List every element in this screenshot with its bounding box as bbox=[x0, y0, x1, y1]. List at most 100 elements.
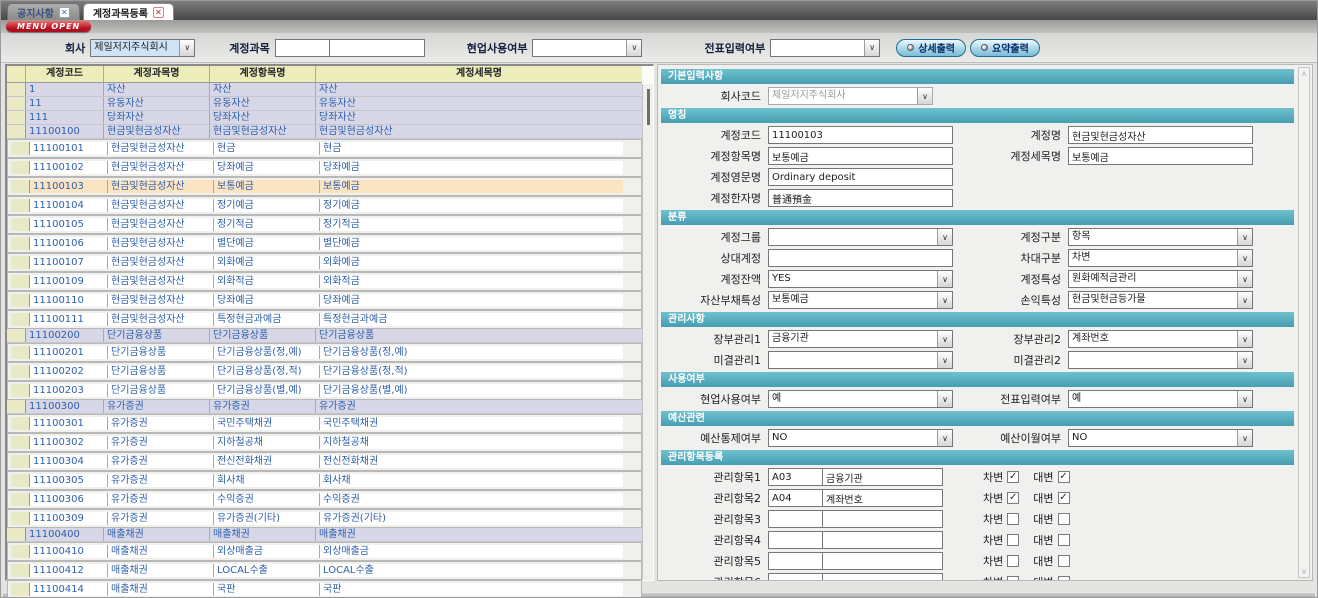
company-select[interactable]: 제일저지주식회시 ∨ bbox=[90, 39, 195, 57]
row-selector-cell[interactable] bbox=[7, 97, 26, 110]
biz-use-select[interactable]: 예∨ bbox=[768, 390, 953, 408]
table-row[interactable]: 11100102 현금및현금성자산 당좌예금 당좌예금 bbox=[7, 158, 642, 177]
table-row[interactable]: 11100110 현금및현금성자산 당좌예금 당좌예금 bbox=[7, 291, 642, 310]
table-row[interactable]: 11100309 유가증권 유가증권(기타) 유가증권(기타) bbox=[7, 509, 642, 528]
debit-checkbox[interactable] bbox=[1007, 534, 1019, 546]
mgmt-item6-code-input[interactable] bbox=[768, 573, 823, 581]
open-mgmt1-select[interactable]: ∨ bbox=[768, 351, 953, 369]
debit-checkbox[interactable] bbox=[1007, 576, 1019, 581]
grid-vertical-scrollbar[interactable] bbox=[642, 84, 653, 580]
chevron-down-icon[interactable]: ∨ bbox=[1301, 566, 1307, 577]
table-row[interactable]: 11100100 현금및현금성자산 현금및현금성자산 현금및현금성자산 bbox=[7, 125, 642, 139]
account-trait-select[interactable]: 원화예적금관리∨ bbox=[1068, 270, 1253, 288]
row-selector-cell[interactable] bbox=[11, 365, 30, 378]
credit-checkbox[interactable] bbox=[1058, 576, 1070, 581]
row-selector-cell[interactable] bbox=[11, 564, 30, 577]
row-selector-cell[interactable] bbox=[11, 218, 30, 231]
tab-account-register[interactable]: 계정과목등록 ✕ bbox=[83, 3, 174, 20]
row-selector-cell[interactable] bbox=[11, 180, 30, 193]
table-row[interactable]: 11100103 현금및현금성자산 보통예금 보통예금 bbox=[7, 177, 642, 196]
row-selector-cell[interactable] bbox=[11, 346, 30, 359]
mgmt-item6-name-input[interactable] bbox=[823, 573, 943, 581]
table-row[interactable]: 11100201 단기금융상품 단기금융상품(정,예) 단기금융상품(정,예) bbox=[7, 343, 642, 362]
row-selector-cell[interactable] bbox=[11, 161, 30, 174]
table-row[interactable]: 11100304 유가증권 전신전화채권 전신전화채권 bbox=[7, 452, 642, 471]
account-code-search-input[interactable] bbox=[275, 39, 330, 57]
table-row[interactable]: 11100412 매출채권 LOCAL수출 LOCAL수출 bbox=[7, 561, 642, 580]
credit-checkbox[interactable] bbox=[1058, 471, 1070, 483]
counter-account-input[interactable] bbox=[768, 249, 953, 267]
table-row[interactable]: 11100203 단기금융상품 단기금융상품(별,예) 단기금융상품(별,예) bbox=[7, 381, 642, 400]
row-selector-cell[interactable] bbox=[11, 199, 30, 212]
table-row[interactable]: 11100111 현금및현금성자산 특정현금과예금 특정현금과예금 bbox=[7, 310, 642, 329]
row-selector-cell[interactable] bbox=[7, 400, 26, 413]
table-row[interactable]: 11100410 매출채권 외상매출금 외상매출금 bbox=[7, 542, 642, 561]
table-row[interactable]: 11100200 단기금융상품 단기금융상품 단기금융상품 bbox=[7, 329, 642, 343]
mgmt-item2-name-input[interactable] bbox=[823, 489, 943, 507]
account-item-input[interactable] bbox=[768, 147, 953, 165]
tab-notice[interactable]: 공지사항 ✕ bbox=[7, 3, 80, 20]
slip-entry-filter-select[interactable]: ∨ bbox=[770, 39, 880, 57]
row-selector-cell[interactable] bbox=[11, 583, 30, 596]
mgmt-item2-code-input[interactable] bbox=[768, 489, 823, 507]
table-row[interactable]: 11100101 현금및현금성자산 현금 현금 bbox=[7, 139, 642, 158]
menu-open-button[interactable]: MENU OPEN bbox=[6, 21, 91, 32]
account-detail-input[interactable] bbox=[1068, 147, 1253, 165]
row-selector-cell[interactable] bbox=[11, 384, 30, 397]
table-row[interactable]: 11100202 단기금융상품 단기금융상품(정,적) 단기금융상품(정,적) bbox=[7, 362, 642, 381]
mgmt-item3-name-input[interactable] bbox=[823, 510, 943, 528]
table-row[interactable]: 11100414 매출채권 국판 국판 bbox=[7, 580, 642, 598]
table-row[interactable]: 11100109 현금및현금성자산 외화적금 외화적금 bbox=[7, 272, 642, 291]
table-row[interactable]: 11 유동자산 유동자산 유동자산 bbox=[7, 97, 642, 111]
row-selector-cell[interactable] bbox=[11, 545, 30, 558]
account-group-select[interactable]: ∨ bbox=[768, 228, 953, 246]
account-code-input[interactable] bbox=[768, 126, 953, 144]
debit-credit-division-select[interactable]: 차변∨ bbox=[1068, 249, 1253, 267]
row-selector-cell[interactable] bbox=[11, 256, 30, 269]
credit-checkbox[interactable] bbox=[1058, 513, 1070, 525]
table-row[interactable]: 11100300 유가증권 유가증권 유가증권 bbox=[7, 400, 642, 414]
grid-scrollbar-thumb[interactable] bbox=[647, 89, 650, 125]
account-eng-input[interactable] bbox=[768, 168, 953, 186]
credit-checkbox[interactable] bbox=[1058, 555, 1070, 567]
table-row[interactable]: 11100105 현금및현금성자산 정기적금 정기적금 bbox=[7, 215, 642, 234]
row-selector-cell[interactable] bbox=[11, 275, 30, 288]
chevron-up-icon[interactable]: ∧ bbox=[1301, 68, 1307, 79]
row-selector-cell[interactable] bbox=[11, 493, 30, 506]
table-row[interactable]: 11100302 유가증권 지하철공채 지하철공채 bbox=[7, 433, 642, 452]
row-selector-cell[interactable] bbox=[11, 294, 30, 307]
account-balance-select[interactable]: YES∨ bbox=[768, 270, 953, 288]
mgmt-item4-code-input[interactable] bbox=[768, 531, 823, 549]
debit-checkbox[interactable] bbox=[1007, 471, 1019, 483]
book-mgmt1-select[interactable]: 금융기관∨ bbox=[768, 330, 953, 348]
row-selector-cell[interactable] bbox=[7, 329, 26, 342]
table-row[interactable]: 11100305 유가증권 회사채 회사채 bbox=[7, 471, 642, 490]
detail-print-button[interactable]: 상세출력 bbox=[896, 39, 966, 57]
tab-close-icon[interactable]: ✕ bbox=[153, 7, 164, 18]
profit-loss-trait-select[interactable]: 현금및현금등가물∨ bbox=[1068, 291, 1253, 309]
debit-checkbox[interactable] bbox=[1007, 492, 1019, 504]
table-row[interactable]: 11100106 현금및현금성자산 별단예금 별단예금 bbox=[7, 234, 642, 253]
table-row[interactable]: 11100104 현금및현금성자산 정기예금 정기예금 bbox=[7, 196, 642, 215]
credit-checkbox[interactable] bbox=[1058, 492, 1070, 504]
table-row[interactable]: 111 당좌자산 당좌자산 당좌자산 bbox=[7, 111, 642, 125]
row-selector-cell[interactable] bbox=[11, 474, 30, 487]
row-selector-cell[interactable] bbox=[11, 417, 30, 430]
row-selector-cell[interactable] bbox=[11, 237, 30, 250]
mgmt-item5-code-input[interactable] bbox=[768, 552, 823, 570]
account-division-select[interactable]: 항목∨ bbox=[1068, 228, 1253, 246]
slip-entry-select[interactable]: 예∨ bbox=[1068, 390, 1253, 408]
debit-checkbox[interactable] bbox=[1007, 513, 1019, 525]
mgmt-item4-name-input[interactable] bbox=[823, 531, 943, 549]
account-hanja-input[interactable] bbox=[768, 189, 953, 207]
mgmt-item1-name-input[interactable] bbox=[823, 468, 943, 486]
table-row[interactable]: 1 자산 자산 자산 bbox=[7, 83, 642, 97]
panel-vertical-scrollbar[interactable]: ∧ ∨ bbox=[1298, 67, 1310, 578]
row-selector-cell[interactable] bbox=[11, 313, 30, 326]
budget-carryover-select[interactable]: NO∨ bbox=[1068, 429, 1253, 447]
table-row[interactable]: 11100306 유가증권 수익증권 수익증권 bbox=[7, 490, 642, 509]
mgmt-item5-name-input[interactable] bbox=[823, 552, 943, 570]
row-selector-cell[interactable] bbox=[7, 125, 26, 138]
account-name-search-input[interactable] bbox=[330, 39, 425, 57]
budget-control-select[interactable]: NO∨ bbox=[768, 429, 953, 447]
